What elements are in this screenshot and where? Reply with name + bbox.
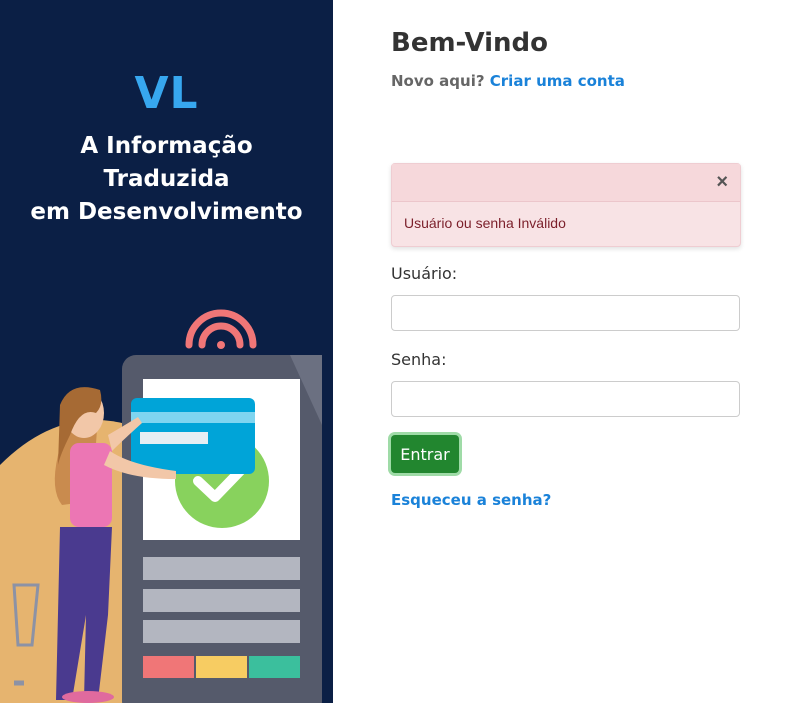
tagline-line: Traduzida (103, 166, 230, 192)
error-alert: × Usuário ou senha Inválido (391, 163, 741, 247)
payment-illustration (0, 309, 322, 703)
signup-prompt: Novo aqui? Criar uma conta (391, 72, 625, 90)
wifi-signal-icon (185, 309, 257, 349)
brand-panel: VL A Informação Traduzida em Desenvolvim… (0, 0, 333, 703)
brand-logo: VL (134, 68, 199, 119)
username-label: Usuário: (391, 264, 458, 283)
brand-tagline: A Informação Traduzida em Desenvolviment… (0, 130, 333, 229)
close-icon[interactable]: × (716, 171, 728, 194)
page-title: Bem-Vindo (391, 28, 549, 58)
credit-card-icon (131, 398, 255, 474)
username-field[interactable] (391, 295, 740, 331)
forgot-password-link[interactable]: Esqueceu a senha? (391, 491, 551, 509)
alert-message: Usuário ou senha Inválido (404, 215, 566, 231)
login-button[interactable]: Entrar (391, 435, 459, 473)
password-label: Senha: (391, 350, 447, 369)
tagline-line: em Desenvolvimento (30, 199, 303, 225)
new-here-text: Novo aqui? (391, 72, 485, 90)
create-account-link[interactable]: Criar uma conta (490, 72, 625, 90)
login-panel: Bem-Vindo Novo aqui? Criar uma conta × U… (333, 0, 785, 703)
password-field[interactable] (391, 381, 740, 417)
tagline-line: A Informação (80, 133, 253, 159)
alert-header: × (392, 164, 740, 202)
